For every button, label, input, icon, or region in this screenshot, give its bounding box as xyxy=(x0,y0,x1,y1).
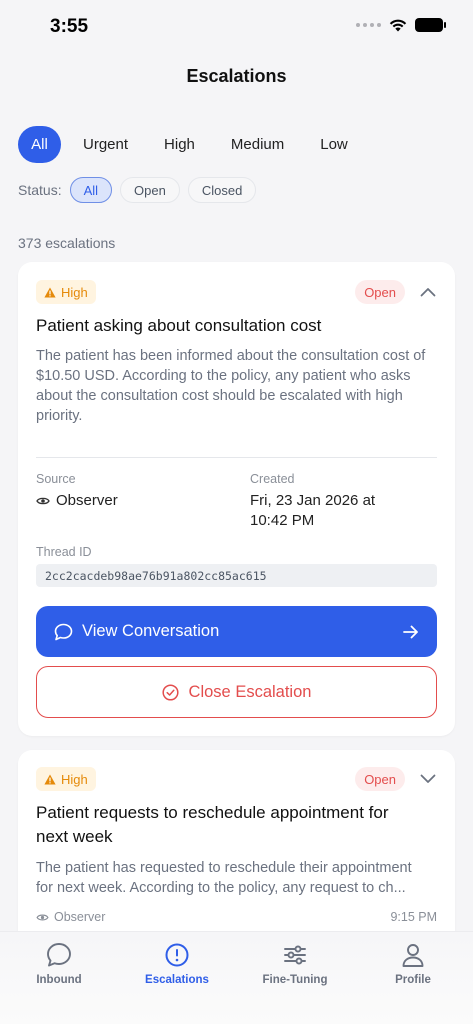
source-value: Observer xyxy=(36,910,105,924)
filter-urgent[interactable]: Urgent xyxy=(69,126,142,163)
tab-label: Escalations xyxy=(145,974,209,986)
user-icon xyxy=(402,944,424,967)
thread-id-label: Thread ID xyxy=(36,545,92,559)
card-description: The patient has been informed about the … xyxy=(36,348,426,424)
card-title-line1: Patient requests to reschedule appointme… xyxy=(36,803,389,822)
tab-profile[interactable]: Profile xyxy=(354,942,472,986)
chat-bubble-icon xyxy=(47,943,71,967)
escalation-card[interactable]: High Open Patient asking about consultat… xyxy=(18,262,455,736)
signal-icon xyxy=(356,23,381,27)
tab-escalations[interactable]: Escalations xyxy=(118,942,236,986)
priority-label: High xyxy=(61,284,88,300)
status-icons xyxy=(356,18,446,32)
battery-icon xyxy=(415,18,446,32)
filter-all[interactable]: All xyxy=(18,126,61,163)
eye-icon xyxy=(36,497,50,505)
status-chip-closed[interactable]: Closed xyxy=(187,177,257,203)
status-bar: 3:55 xyxy=(0,0,473,54)
status-chip-all[interactable]: All xyxy=(69,177,113,203)
card-meta: Observer 9:15 PM xyxy=(36,910,437,924)
priority-badge: High xyxy=(36,767,96,791)
status-filter-bar: Status: All Open Closed xyxy=(18,177,257,203)
warning-icon xyxy=(44,287,56,297)
filter-high[interactable]: High xyxy=(150,126,209,163)
priority-label: High xyxy=(61,771,88,787)
source-value: Observer xyxy=(36,491,118,511)
status-badge: Open xyxy=(355,280,405,304)
card-title: Patient requests to reschedule appointme… xyxy=(36,801,437,849)
card-description-line1: The patient has requested to reschedule … xyxy=(36,860,412,876)
source-text: Observer xyxy=(56,492,118,509)
chat-icon xyxy=(54,623,73,640)
status-filter-label: Status: xyxy=(18,182,62,198)
card-time: 9:15 PM xyxy=(390,910,437,924)
page-title: Escalations xyxy=(186,66,287,86)
tab-label: Fine-Tuning xyxy=(262,974,328,986)
tab-bar: Inbound Escalations Fine-Tuning Profile xyxy=(0,931,473,1024)
source-text: Observer xyxy=(54,910,106,924)
status-badge: Open xyxy=(355,767,405,791)
card-title-line2: next week xyxy=(36,827,113,846)
alert-circle-icon xyxy=(165,943,189,967)
card-description: The patient has requested to reschedule … xyxy=(36,858,437,898)
escalation-count: 373 escalations xyxy=(18,235,116,251)
card-description-line2: for next week. According to the policy, … xyxy=(36,880,406,896)
created-date: Fri, 23 Jan 2026 at xyxy=(250,492,376,509)
expand-button[interactable] xyxy=(417,768,439,790)
created-label: Created xyxy=(250,472,295,486)
arrow-right-icon xyxy=(403,625,418,638)
status-time: 3:55 xyxy=(50,16,89,37)
escalation-card[interactable]: High Open Patient requests to reschedule… xyxy=(18,750,455,950)
wifi-icon xyxy=(389,19,407,32)
tab-fine-tuning[interactable]: Fine-Tuning xyxy=(236,942,354,986)
status-chip-open[interactable]: Open xyxy=(120,177,180,203)
created-value: Fri, 23 Jan 2026 at 10:42 PM xyxy=(250,491,375,531)
tab-label: Inbound xyxy=(36,974,82,986)
tab-inbound[interactable]: Inbound xyxy=(0,942,118,986)
view-conversation-button[interactable]: View Conversation xyxy=(36,606,437,657)
created-time: 10:42 PM xyxy=(250,512,315,529)
source-label: Source xyxy=(36,472,76,486)
priority-badge: High xyxy=(36,280,96,304)
check-circle-icon xyxy=(161,683,179,701)
tab-label: Profile xyxy=(395,974,431,986)
thread-id-value: 2cc2cacdeb98ae76b91a802cc85ac615 xyxy=(36,564,437,587)
eye-icon xyxy=(36,914,49,920)
divider xyxy=(36,457,437,458)
close-escalation-button[interactable]: Close Escalation xyxy=(36,666,437,718)
collapse-button[interactable] xyxy=(417,281,439,303)
close-escalation-label: Close Escalation xyxy=(188,682,312,701)
chevron-down-icon xyxy=(420,774,436,783)
filter-low[interactable]: Low xyxy=(306,126,362,163)
warning-icon xyxy=(44,774,56,784)
chevron-up-icon xyxy=(420,288,436,297)
view-conversation-label: View Conversation xyxy=(82,622,220,640)
sliders-icon xyxy=(284,945,306,965)
filter-medium[interactable]: Medium xyxy=(217,126,298,163)
card-title: Patient asking about consultation cost xyxy=(36,316,322,335)
priority-filter-bar: All Urgent High Medium Low xyxy=(18,126,362,163)
